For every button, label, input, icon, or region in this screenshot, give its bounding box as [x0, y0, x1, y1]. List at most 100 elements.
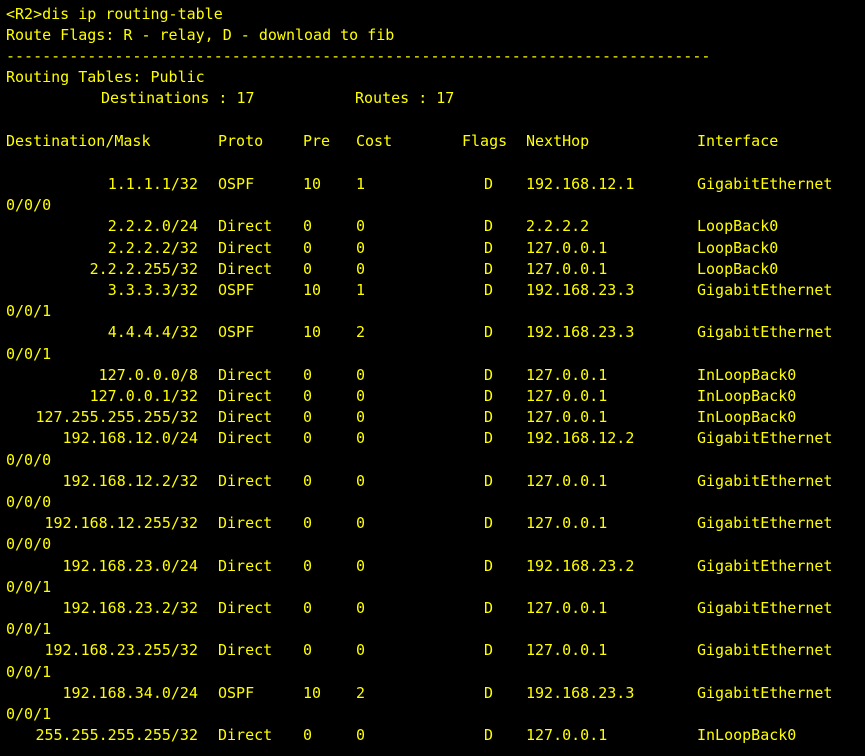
interface-continuation: 0/0/0 [6, 196, 52, 214]
cell-nexthop: 127.0.0.1 [526, 472, 608, 490]
header-interface: Interface [697, 132, 779, 150]
interface-continuation: 0/0/1 [6, 578, 52, 596]
cell-cost: 2 [356, 323, 366, 341]
cell-destination: 2.2.2.255/32 [89, 260, 198, 278]
interface-continuation: 0/0/1 [6, 302, 52, 320]
cell-interface: GigabitEthernet [697, 557, 833, 575]
cell-interface: GigabitEthernet [697, 684, 833, 702]
interface-continuation: 0/0/1 [6, 345, 52, 363]
cell-interface: InLoopBack0 [697, 726, 797, 744]
cell-interface: LoopBack0 [697, 217, 779, 235]
cell-pre: 0 [303, 429, 313, 447]
routes-count: Routes : 17 [355, 89, 455, 107]
terminal-window[interactable]: <R2>dis ip routing-table Route Flags: R … [0, 0, 865, 756]
cell-nexthop: 127.0.0.1 [526, 599, 608, 617]
cell-nexthop: 127.0.0.1 [526, 641, 608, 659]
header-nexthop: NextHop [526, 132, 590, 150]
cell-flags: D [484, 281, 494, 299]
cell-flags: D [484, 472, 494, 490]
cell-cost: 1 [356, 175, 366, 193]
cell-pre: 10 [303, 684, 322, 702]
cell-flags: D [484, 175, 494, 193]
summary-line: Destinations : 17 Routes : 17 [6, 88, 454, 109]
cell-nexthop: 127.0.0.1 [526, 387, 608, 405]
cell-pre: 0 [303, 387, 313, 405]
header-flags: Flags [462, 132, 508, 150]
cell-destination: 127.255.255.255/32 [35, 408, 198, 426]
cell-interface: InLoopBack0 [697, 366, 797, 384]
cell-proto: Direct [218, 408, 273, 426]
cell-cost: 1 [356, 281, 366, 299]
cell-proto: Direct [218, 514, 273, 532]
cell-cost: 0 [356, 429, 366, 447]
cell-flags: D [484, 557, 494, 575]
cell-proto: Direct [218, 217, 273, 235]
cell-interface: GigabitEthernet [697, 281, 833, 299]
cell-cost: 0 [356, 387, 366, 405]
cell-flags: D [484, 408, 494, 426]
cell-destination: 192.168.23.2/32 [62, 599, 198, 617]
cell-destination: 127.0.0.0/8 [98, 366, 198, 384]
interface-continuation: 0/0/0 [6, 493, 52, 511]
cell-pre: 0 [303, 514, 313, 532]
cell-pre: 0 [303, 217, 313, 235]
cell-pre: 0 [303, 599, 313, 617]
cell-nexthop: 192.168.12.1 [526, 175, 635, 193]
cell-nexthop: 2.2.2.2 [526, 217, 590, 235]
cell-proto: Direct [218, 557, 273, 575]
cell-nexthop: 127.0.0.1 [526, 514, 608, 532]
cell-nexthop: 127.0.0.1 [526, 726, 608, 744]
route-flags-legend: Route Flags: R - relay, D - download to … [6, 26, 395, 44]
cell-proto: Direct [218, 641, 273, 659]
cell-nexthop: 127.0.0.1 [526, 260, 608, 278]
interface-continuation: 0/0/1 [6, 663, 52, 681]
cell-proto: Direct [218, 366, 273, 384]
cell-destination: 4.4.4.4/32 [107, 323, 198, 341]
cell-flags: D [484, 323, 494, 341]
cell-pre: 0 [303, 472, 313, 490]
cell-pre: 10 [303, 323, 322, 341]
cell-proto: Direct [218, 726, 273, 744]
cell-interface: GigabitEthernet [697, 514, 833, 532]
cell-pre: 0 [303, 366, 313, 384]
interface-continuation: 0/0/1 [6, 705, 52, 723]
cell-destination: 192.168.34.0/24 [62, 684, 198, 702]
cell-interface: GigabitEthernet [697, 175, 833, 193]
cell-proto: Direct [218, 387, 273, 405]
cell-nexthop: 192.168.23.3 [526, 281, 635, 299]
cell-destination: 1.1.1.1/32 [107, 175, 198, 193]
cell-pre: 0 [303, 239, 313, 257]
cell-destination: 2.2.2.2/32 [107, 239, 198, 257]
cell-cost: 0 [356, 514, 366, 532]
cell-proto: Direct [218, 429, 273, 447]
cell-nexthop: 127.0.0.1 [526, 239, 608, 257]
cell-interface: InLoopBack0 [697, 387, 797, 405]
cell-proto: Direct [218, 472, 273, 490]
command-prompt-line: <R2>dis ip routing-table [6, 5, 223, 23]
cell-flags: D [484, 599, 494, 617]
cell-nexthop: 127.0.0.1 [526, 408, 608, 426]
cell-pre: 0 [303, 641, 313, 659]
cell-destination: 192.168.12.255/32 [44, 514, 198, 532]
interface-continuation: 0/0/0 [6, 535, 52, 553]
interface-continuation: 0/0/1 [6, 620, 52, 638]
separator-line: ----------------------------------------… [6, 47, 711, 65]
cell-proto: Direct [218, 239, 273, 257]
cell-pre: 10 [303, 281, 322, 299]
cell-pre: 0 [303, 557, 313, 575]
cell-interface: InLoopBack0 [697, 408, 797, 426]
cell-cost: 0 [356, 239, 366, 257]
cell-pre: 10 [303, 175, 322, 193]
cell-interface: GigabitEthernet [697, 323, 833, 341]
cell-flags: D [484, 387, 494, 405]
cell-cost: 0 [356, 726, 366, 744]
cell-flags: D [484, 684, 494, 702]
header-proto: Proto [218, 132, 264, 150]
header-cost: Cost [356, 132, 393, 150]
cell-nexthop: 127.0.0.1 [526, 366, 608, 384]
cell-interface: GigabitEthernet [697, 641, 833, 659]
cell-pre: 0 [303, 260, 313, 278]
cell-destination: 3.3.3.3/32 [107, 281, 198, 299]
cell-pre: 0 [303, 408, 313, 426]
cell-proto: Direct [218, 260, 273, 278]
